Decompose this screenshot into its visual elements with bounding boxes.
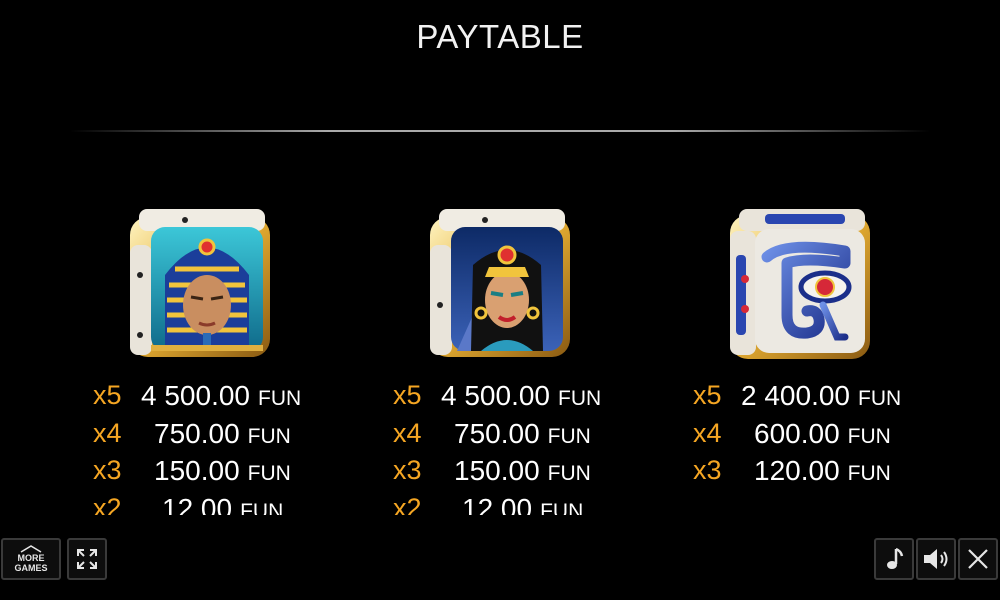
payout-row: x2 12.00 FUN <box>93 493 325 516</box>
payout-amount: 150.00 <box>454 455 540 486</box>
payout-amount: 750.00 <box>454 417 540 449</box>
multiplier-label: x4 <box>693 417 722 448</box>
payout-row: x3 150.00 FUN <box>393 455 625 493</box>
payout-amount: 600.00 <box>754 417 840 449</box>
payout-row: x3 150.00 FUN <box>93 455 325 493</box>
payout-amount: 4 500.00 <box>441 380 550 411</box>
multiplier-label: x5 <box>693 380 722 410</box>
more-games-label-line2: GAMES <box>14 563 48 573</box>
payout-row: x4 600.00 FUN <box>693 418 925 456</box>
eye-of-horus-icon <box>730 209 870 359</box>
multiplier-label: x4 <box>93 417 122 448</box>
multiplier-label: x2 <box>93 492 122 516</box>
payout-row: x5 4 500.00 FUN <box>93 380 325 418</box>
multiplier-label: x2 <box>393 492 422 516</box>
multiplier-label: x5 <box>393 380 422 410</box>
pharaoh-icon <box>130 209 270 357</box>
payout-amount: 150.00 <box>154 455 240 486</box>
currency-label: FUN <box>258 387 302 410</box>
multiplier-label: x5 <box>93 380 122 410</box>
payout-amount: 4 500.00 <box>141 380 250 411</box>
home-roof-icon <box>20 545 42 553</box>
sound-toggle-button[interactable] <box>916 538 956 580</box>
currency-label: FUN <box>558 387 602 410</box>
speaker-icon <box>924 549 948 569</box>
payout-list: x5 2 400.00 FUN x4 600.00 FUN x3 120.00 FUN <box>693 380 925 493</box>
multiplier-label: x3 <box>693 455 722 485</box>
currency-label: FUN <box>247 462 291 485</box>
payout-amount: 12.00 <box>162 492 233 516</box>
currency-label: FUN <box>847 462 891 485</box>
title-divider <box>70 130 930 132</box>
payout-amount: 750.00 <box>154 417 240 449</box>
currency-label: FUN <box>540 499 584 516</box>
payout-row: x4 750.00 FUN <box>393 418 625 456</box>
payout-row: x2 12.00 FUN <box>393 493 625 516</box>
currency-label: FUN <box>847 424 891 448</box>
currency-label: FUN <box>547 424 591 448</box>
music-toggle-button[interactable] <box>874 538 914 580</box>
close-button[interactable] <box>958 538 998 580</box>
fullscreen-button[interactable] <box>67 538 107 580</box>
currency-label: FUN <box>240 499 284 516</box>
music-note-icon <box>887 547 904 569</box>
payout-list: x5 4 500.00 FUN x4 750.00 FUN x3 150.00 FUN… <box>393 380 625 515</box>
multiplier-label: x3 <box>93 455 122 485</box>
multiplier-label: x4 <box>393 417 422 448</box>
payout-row: x5 4 500.00 FUN <box>393 380 625 418</box>
currency-label: FUN <box>858 387 902 410</box>
cleopatra-icon <box>430 209 570 357</box>
payout-list: x5 4 500.00 FUN x4 750.00 FUN x3 150.00 FUN… <box>93 380 325 515</box>
close-icon <box>968 549 988 569</box>
fullscreen-icon <box>77 549 97 569</box>
payout-row: x4 750.00 FUN <box>93 418 325 456</box>
paytable-column-pharaoh: x5 4 500.00 FUN x4 750.00 FUN x3 150.00 FUN… <box>85 205 325 515</box>
currency-label: FUN <box>547 462 591 485</box>
payout-row: x3 120.00 FUN <box>693 455 925 493</box>
currency-label: FUN <box>247 424 291 448</box>
page-title: PAYTABLE <box>416 18 584 55</box>
more-games-label-line1: MORE <box>17 553 45 563</box>
multiplier-label: x3 <box>393 455 422 485</box>
payout-amount: 120.00 <box>754 455 840 486</box>
payout-amount: 12.00 <box>462 492 533 516</box>
paytable-column-cleopatra: x5 4 500.00 FUN x4 750.00 FUN x3 150.00 FUN… <box>385 205 625 515</box>
payout-amount: 2 400.00 <box>741 380 850 411</box>
paytable-column-eye-of-horus: x5 2 400.00 FUN x4 600.00 FUN x3 120.00 FUN <box>685 205 925 515</box>
payout-row: x5 2 400.00 FUN <box>693 380 925 418</box>
more-games-button[interactable]: MORE GAMES <box>1 538 61 580</box>
